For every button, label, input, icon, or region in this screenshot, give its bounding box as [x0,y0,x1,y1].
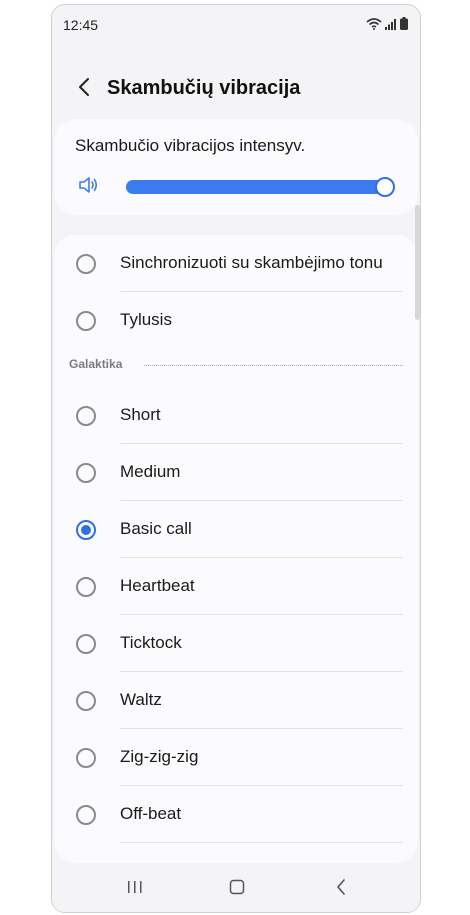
radio-button[interactable] [76,254,96,274]
list-item-label: Medium [120,462,181,481]
nav-back-button[interactable] [326,876,356,902]
radio-button[interactable] [76,634,96,654]
status-bar: 12:45 [52,5,420,45]
radio-button[interactable] [76,577,96,597]
phone-screen: 12:45 Skambučių vibracija Skambučio vibr… [51,4,421,913]
list-item-label: Heartbeat [120,576,195,595]
list-item[interactable]: Off-beat [54,786,418,843]
status-time: 12:45 [63,17,99,33]
signal-icon [385,17,397,35]
radio-button[interactable] [76,406,96,426]
navigation-bar [52,866,420,912]
wifi-icon [366,17,382,35]
list-item[interactable]: Basic call [54,501,418,558]
list-item[interactable]: Zig-zig-zig [54,729,418,786]
volume-icon [78,175,100,200]
home-button[interactable] [222,876,252,902]
list-item-label: Tylusis [120,310,172,329]
slider-thumb[interactable] [375,177,395,197]
list-item-label: Ticktock [120,633,182,652]
list-item[interactable]: Heartbeat [54,558,418,615]
intensity-label: Skambučio vibracijos intensyv. [75,136,306,155]
divider [120,842,403,843]
header: Skambučių vibracija [52,67,420,111]
list-item[interactable]: Short [54,387,418,444]
slider-fill [126,180,385,194]
list-item[interactable]: Tylusis [54,292,418,349]
home-icon [229,879,245,900]
list-item[interactable]: Sinchronizuoti su skambėjimo tonu [54,235,418,292]
page-title: Skambučių vibracija [107,77,301,99]
chevron-left-icon [78,77,90,102]
intensity-slider[interactable] [126,177,395,197]
radio-button-selected[interactable] [76,520,96,540]
recent-apps-button[interactable] [120,876,150,902]
radio-button[interactable] [76,748,96,768]
list-item-label: Sinchronizuoti su skambėjimo tonu [120,253,383,272]
radio-button[interactable] [76,311,96,331]
list-item-label: Short [120,405,161,424]
back-button[interactable] [70,75,98,103]
intensity-card: Skambučio vibracijos intensyv. [54,119,418,215]
list-item[interactable]: Waltz [54,672,418,729]
recent-apps-icon [126,880,144,899]
radio-button[interactable] [76,463,96,483]
radio-button[interactable] [76,805,96,825]
status-icons [366,17,408,35]
list-item-label: Zig-zig-zig [120,747,199,766]
section-divider [144,365,403,366]
section-label: Galaktika [69,357,123,371]
list-item-label: Off-beat [120,804,182,823]
list-item[interactable]: Medium [54,444,418,501]
list-item-label: Waltz [120,690,162,709]
radio-button[interactable] [76,691,96,711]
scrollbar[interactable] [415,205,420,320]
battery-icon [400,17,408,35]
back-icon [336,878,346,900]
vibration-pattern-list: Sinchronizuoti su skambėjimo tonu Tylusis… [54,235,418,863]
section-header: Galaktika [54,349,418,381]
list-item[interactable]: Ticktock [54,615,418,672]
list-item-label: Basic call [120,519,192,538]
